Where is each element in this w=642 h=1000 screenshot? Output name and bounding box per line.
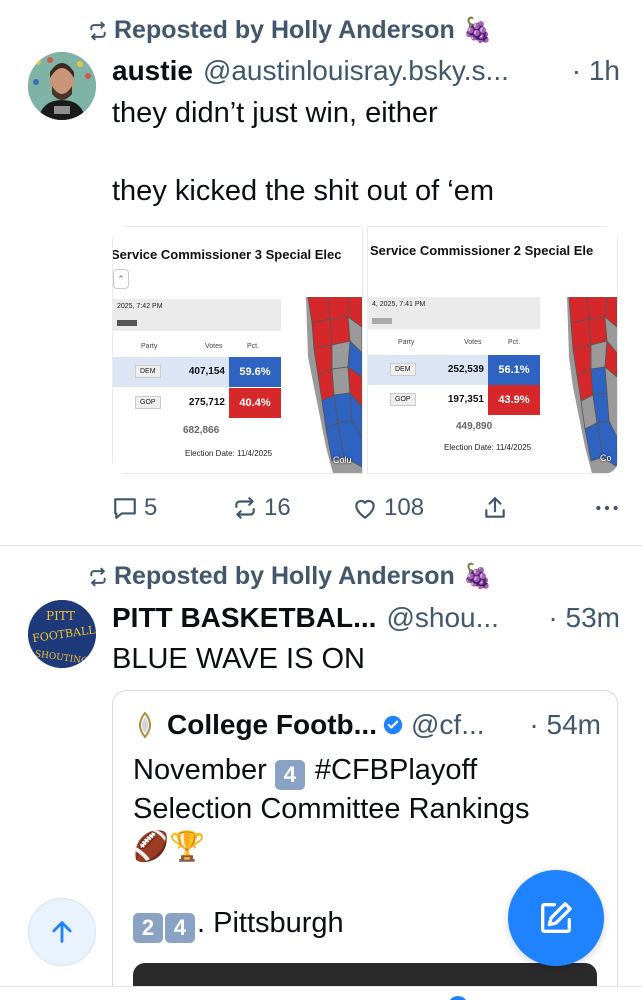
col-pct: Pct. — [508, 339, 521, 346]
repost-label: Reposted by Holly Anderson — [114, 16, 455, 44]
quote-text-segment: Selection Committee Rankings — [133, 793, 530, 825]
dem-row: DEM 407,154 59.6% — [113, 357, 281, 387]
col-votes: Votes — [464, 339, 482, 346]
quoted-post-time[interactable]: · 54m — [529, 709, 601, 741]
repost-icon — [90, 567, 106, 586]
grapes-emoji: 🍇 — [462, 17, 493, 44]
author-handle[interactable]: @austinlouisray.bsky.s... — [203, 55, 509, 87]
share-icon — [485, 497, 505, 518]
total-votes: 449,890 — [456, 421, 493, 432]
election-date: Election Date: 11/4/2025 — [185, 449, 273, 458]
vote-pct: 40.4% — [229, 388, 281, 418]
results-date: 4, 2025, 7:41 PM — [368, 297, 540, 329]
election-results-image[interactable]: Service Commissioner 2 Special Ele 4, 20… — [367, 226, 618, 474]
like-count: 108 — [384, 494, 425, 521]
col-votes: Votes — [205, 343, 223, 350]
quote-text-segment: November — [133, 754, 275, 786]
party-badge: DEM — [390, 363, 416, 376]
compose-button[interactable] — [508, 870, 604, 966]
gop-row: GOP 275,712 40.4% — [113, 388, 281, 418]
progress-bar — [372, 318, 392, 324]
avatar-text-1: PITT — [46, 609, 75, 623]
like-button[interactable]: 108 — [352, 494, 482, 522]
date-text: 2025, 7:42 PM — [117, 303, 163, 310]
col-party: Party — [141, 343, 158, 350]
vote-pct: 43.9% — [488, 385, 540, 415]
vote-count: 407,154 — [188, 366, 225, 377]
map-label: Co — [600, 453, 612, 463]
post-text: BLUE WAVE IS ON — [112, 643, 365, 675]
grapes-emoji: 🍇 — [462, 563, 493, 590]
post-header: austie @austinlouisray.bsky.s... · 1h — [112, 55, 620, 87]
heart-icon — [355, 499, 375, 519]
quote-text-segment: . Pittsburgh — [197, 907, 344, 939]
reply-button[interactable]: 5 — [112, 494, 232, 522]
party-badge: GOP — [390, 393, 416, 406]
quoted-post-header: College Footb... @cf... · 54m — [133, 709, 601, 741]
election-results-image[interactable]: Service Commissioner 3 Special Elec ⌃ 20… — [112, 226, 363, 474]
election-date: Election Date: 11/4/2025 — [444, 443, 532, 452]
results-date: 2025, 7:42 PM — [113, 299, 281, 331]
arrow-up-icon — [52, 921, 72, 943]
avatar[interactable] — [28, 52, 96, 120]
avatar[interactable]: PITT FOOTBALL SHOUTING — [28, 600, 96, 668]
county-map-icon — [567, 297, 617, 473]
post-time[interactable]: · 1h — [562, 55, 620, 87]
dem-row: DEM 252,539 56.1% — [368, 355, 540, 385]
gop-row: GOP 197,351 43.9% — [368, 385, 540, 415]
quoted-author-name[interactable]: College Footb... — [167, 709, 377, 741]
reply-icon — [114, 498, 136, 519]
post-text: they didn’t just win, either they kicked… — [112, 97, 495, 207]
vote-count: 275,712 — [188, 397, 225, 408]
quoted-author-handle[interactable]: @cf... — [411, 709, 485, 741]
vote-pct: 59.6% — [229, 357, 281, 387]
football-trophy-emoji: 🏈🏆 — [133, 831, 206, 863]
scroll-to-top-button[interactable] — [28, 898, 96, 966]
repost-count: 16 — [264, 494, 291, 521]
quote-text-segment[interactable]: #CFBPlayoff — [307, 754, 477, 786]
post-time[interactable]: · 53m — [538, 602, 620, 634]
bottom-nav-bar — [0, 986, 642, 1000]
more-options-button[interactable] — [594, 495, 620, 521]
keycap-four: 4 — [165, 913, 195, 943]
dropdown-icon: ⌃ — [113, 269, 129, 289]
vote-count: 252,539 — [447, 364, 484, 375]
vote-count: 197,351 — [447, 394, 484, 405]
feed-post[interactable]: Reposted by Holly Anderson 🍇 austie @aus… — [0, 0, 642, 545]
vote-pct: 56.1% — [488, 355, 540, 385]
col-pct: Pct. — [247, 343, 260, 350]
total-votes: 682,866 — [183, 425, 220, 436]
image-title: Service Commissioner 3 Special Elec — [112, 247, 342, 262]
repost-icon — [90, 21, 106, 40]
cfp-logo-icon — [139, 711, 151, 739]
avatar-photo-icon — [28, 52, 96, 120]
party-badge: GOP — [135, 396, 161, 409]
author-handle[interactable]: @shou... — [386, 602, 498, 634]
verified-badge-icon — [383, 715, 403, 735]
share-button[interactable] — [482, 495, 586, 521]
compose-icon — [541, 902, 572, 933]
pitt-logo-icon: PITT FOOTBALL SHOUTING — [28, 600, 96, 668]
county-map-icon — [306, 297, 362, 473]
image-title: Service Commissioner 2 Special Ele — [370, 243, 594, 258]
map-label: Colu — [333, 455, 352, 465]
repost-label: Reposted by Holly Anderson — [114, 562, 455, 590]
col-party: Party — [398, 339, 415, 346]
progress-bar — [117, 320, 137, 326]
repost-indicator[interactable]: Reposted by Holly Anderson 🍇 — [88, 16, 493, 45]
reply-count: 5 — [144, 494, 158, 521]
date-text: 4, 2025, 7:41 PM — [372, 301, 426, 308]
keycap-four: 4 — [274, 760, 305, 790]
post-header: PITT BASKETBAL... @shou... · 53m — [112, 602, 620, 634]
repost-indicator[interactable]: Reposted by Holly Anderson 🍇 — [88, 562, 493, 591]
keycap-two: 2 — [133, 913, 163, 943]
repost-button[interactable]: 16 — [232, 494, 352, 522]
image-gallery[interactable]: Service Commissioner 3 Special Elec ⌃ 20… — [112, 226, 618, 474]
author-name[interactable]: PITT BASKETBAL... — [112, 602, 376, 634]
repost-icon — [235, 497, 255, 519]
author-name[interactable]: austie — [112, 55, 193, 87]
more-icon — [596, 505, 618, 511]
party-badge: DEM — [135, 365, 161, 378]
post-actions: 5 16 108 — [112, 494, 620, 522]
